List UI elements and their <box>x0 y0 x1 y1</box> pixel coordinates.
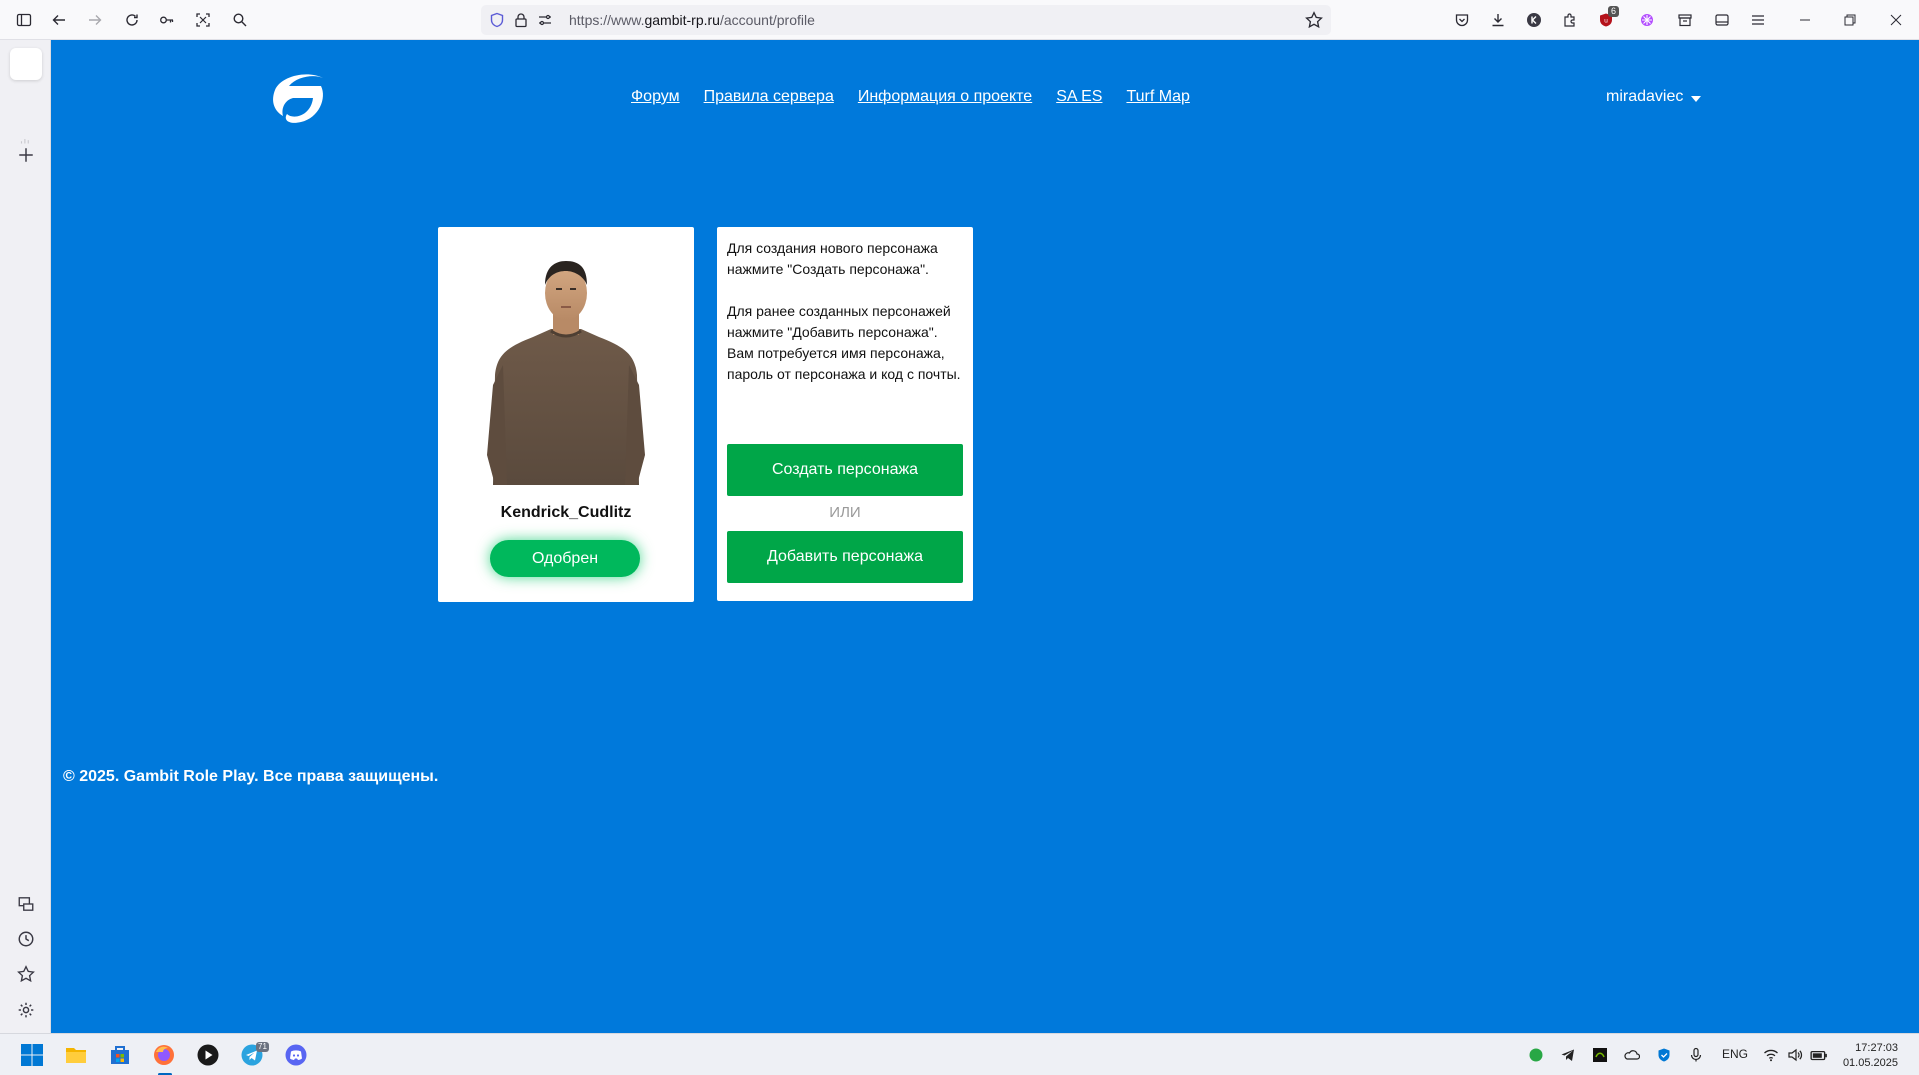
microphone-icon[interactable] <box>1686 1045 1706 1065</box>
pinned-tab[interactable] <box>10 48 42 80</box>
synced-tabs-icon[interactable] <box>13 891 39 917</box>
url-domain: gambit-rp.ru <box>644 12 720 28</box>
nvidia-icon[interactable] <box>1590 1045 1610 1065</box>
new-tab-plus-icon[interactable] <box>13 142 39 168</box>
bookmarks-icon[interactable] <box>13 961 39 987</box>
or-divider-text: ИЛИ <box>829 504 861 521</box>
clock-time: 17:27:03 <box>1855 1042 1898 1054</box>
instructions-paragraph-2: Для ранее созданных персонажей нажмите "… <box>727 303 961 382</box>
nav-rules-link[interactable]: Правила сервера <box>704 88 834 106</box>
screenshot-icon[interactable] <box>191 8 215 32</box>
restore-icon[interactable] <box>1838 8 1862 32</box>
caret-down-icon <box>1691 96 1702 102</box>
minimize-icon[interactable] <box>1793 8 1817 32</box>
url-path: /account/profile <box>719 12 815 28</box>
add-character-button[interactable]: Добавить персонажа <box>727 531 963 583</box>
windows-start-icon[interactable] <box>18 1041 46 1069</box>
footer-copyright: © 2025. Gambit Role Play. Все права защи… <box>63 768 439 785</box>
wifi-icon[interactable] <box>1761 1045 1781 1065</box>
history-icon[interactable] <box>13 926 39 952</box>
download-icon[interactable] <box>1486 8 1510 32</box>
onedrive-icon[interactable] <box>1622 1045 1642 1065</box>
back-icon[interactable] <box>47 8 71 32</box>
file-explorer-icon[interactable] <box>62 1041 90 1069</box>
settings-gear-icon[interactable] <box>13 997 39 1023</box>
approved-status-button[interactable]: Одобрен <box>490 540 640 577</box>
nav-forum-link[interactable]: Форум <box>631 88 680 106</box>
container-icon[interactable] <box>1673 8 1697 32</box>
url-prefix: https://www. <box>569 12 645 28</box>
character-card: Kendrick_Cudlitz Одобрен <box>438 227 694 602</box>
security-shield-icon[interactable] <box>1654 1045 1674 1065</box>
microsoft-store-icon[interactable] <box>106 1041 134 1069</box>
username: miradaviec <box>1606 88 1684 105</box>
status-green-dot-icon[interactable] <box>1526 1045 1546 1065</box>
instructions-text: Для создания нового персонажа нажмите "С… <box>727 238 967 385</box>
gambit-logo[interactable] <box>267 68 329 130</box>
sidebar-toggle-icon[interactable] <box>12 8 36 32</box>
browser-sidebar <box>0 40 51 1033</box>
browser-toolbar: https://www.gambit-rp.ru/account/profile… <box>0 0 1919 40</box>
menu-icon[interactable] <box>1746 8 1770 32</box>
lock-icon[interactable] <box>513 12 529 28</box>
permissions-icon[interactable] <box>537 12 553 28</box>
firefox-icon[interactable] <box>150 1041 178 1069</box>
nav-turfmap-link[interactable]: Turf Map <box>1126 88 1189 106</box>
bookmark-star-icon[interactable] <box>1305 11 1323 34</box>
address-bar[interactable]: https://www.gambit-rp.ru/account/profile <box>481 5 1331 35</box>
colorful-extension-icon[interactable] <box>1635 8 1659 32</box>
extension-badge: 6 <box>1608 6 1620 17</box>
extensions-icon[interactable] <box>1558 8 1582 32</box>
reader-view-icon[interactable] <box>1710 8 1734 32</box>
telegram-tray-icon[interactable] <box>1558 1045 1578 1065</box>
page-content: Форум Правила сервера Информация о проек… <box>51 40 1919 1033</box>
account-k-icon[interactable] <box>1522 8 1546 32</box>
reload-icon[interactable] <box>120 8 144 32</box>
search-icon[interactable] <box>228 8 252 32</box>
instructions-paragraph-1: Для создания нового персонажа нажмите "С… <box>727 240 938 277</box>
discord-icon[interactable] <box>282 1041 310 1069</box>
language-indicator[interactable]: ENG <box>1722 1047 1748 1061</box>
key-icon[interactable] <box>155 8 179 32</box>
telegram-badge: 71 <box>256 1042 269 1052</box>
url-text[interactable]: https://www.gambit-rp.ru/account/profile <box>569 12 815 28</box>
character-avatar <box>487 261 645 485</box>
svg-text:u: u <box>1604 18 1608 25</box>
main-nav: Форум Правила сервера Информация о проек… <box>631 88 1190 106</box>
character-name: Kendrick_Cudlitz <box>500 504 632 521</box>
system-clock[interactable]: 17:27:03 01.05.2025 <box>1838 1041 1898 1071</box>
battery-icon[interactable] <box>1809 1045 1829 1065</box>
close-icon[interactable] <box>1884 8 1908 32</box>
media-player-icon[interactable] <box>194 1041 222 1069</box>
windows-taskbar: 71 ENG 17:27:03 01.05.2025 <box>0 1033 1919 1075</box>
volume-icon[interactable] <box>1785 1045 1805 1065</box>
nav-saes-link[interactable]: SA ES <box>1056 88 1102 106</box>
clock-date: 01.05.2025 <box>1842 1057 1898 1069</box>
pocket-icon[interactable] <box>1450 8 1474 32</box>
shield-icon[interactable] <box>489 12 505 28</box>
nav-info-link[interactable]: Информация о проекте <box>858 88 1032 106</box>
forward-icon[interactable] <box>83 8 107 32</box>
create-character-button[interactable]: Создать персонажа <box>727 444 963 496</box>
add-character-card: Для создания нового персонажа нажмите "С… <box>717 227 973 601</box>
user-menu[interactable]: miradaviec <box>1606 88 1702 106</box>
